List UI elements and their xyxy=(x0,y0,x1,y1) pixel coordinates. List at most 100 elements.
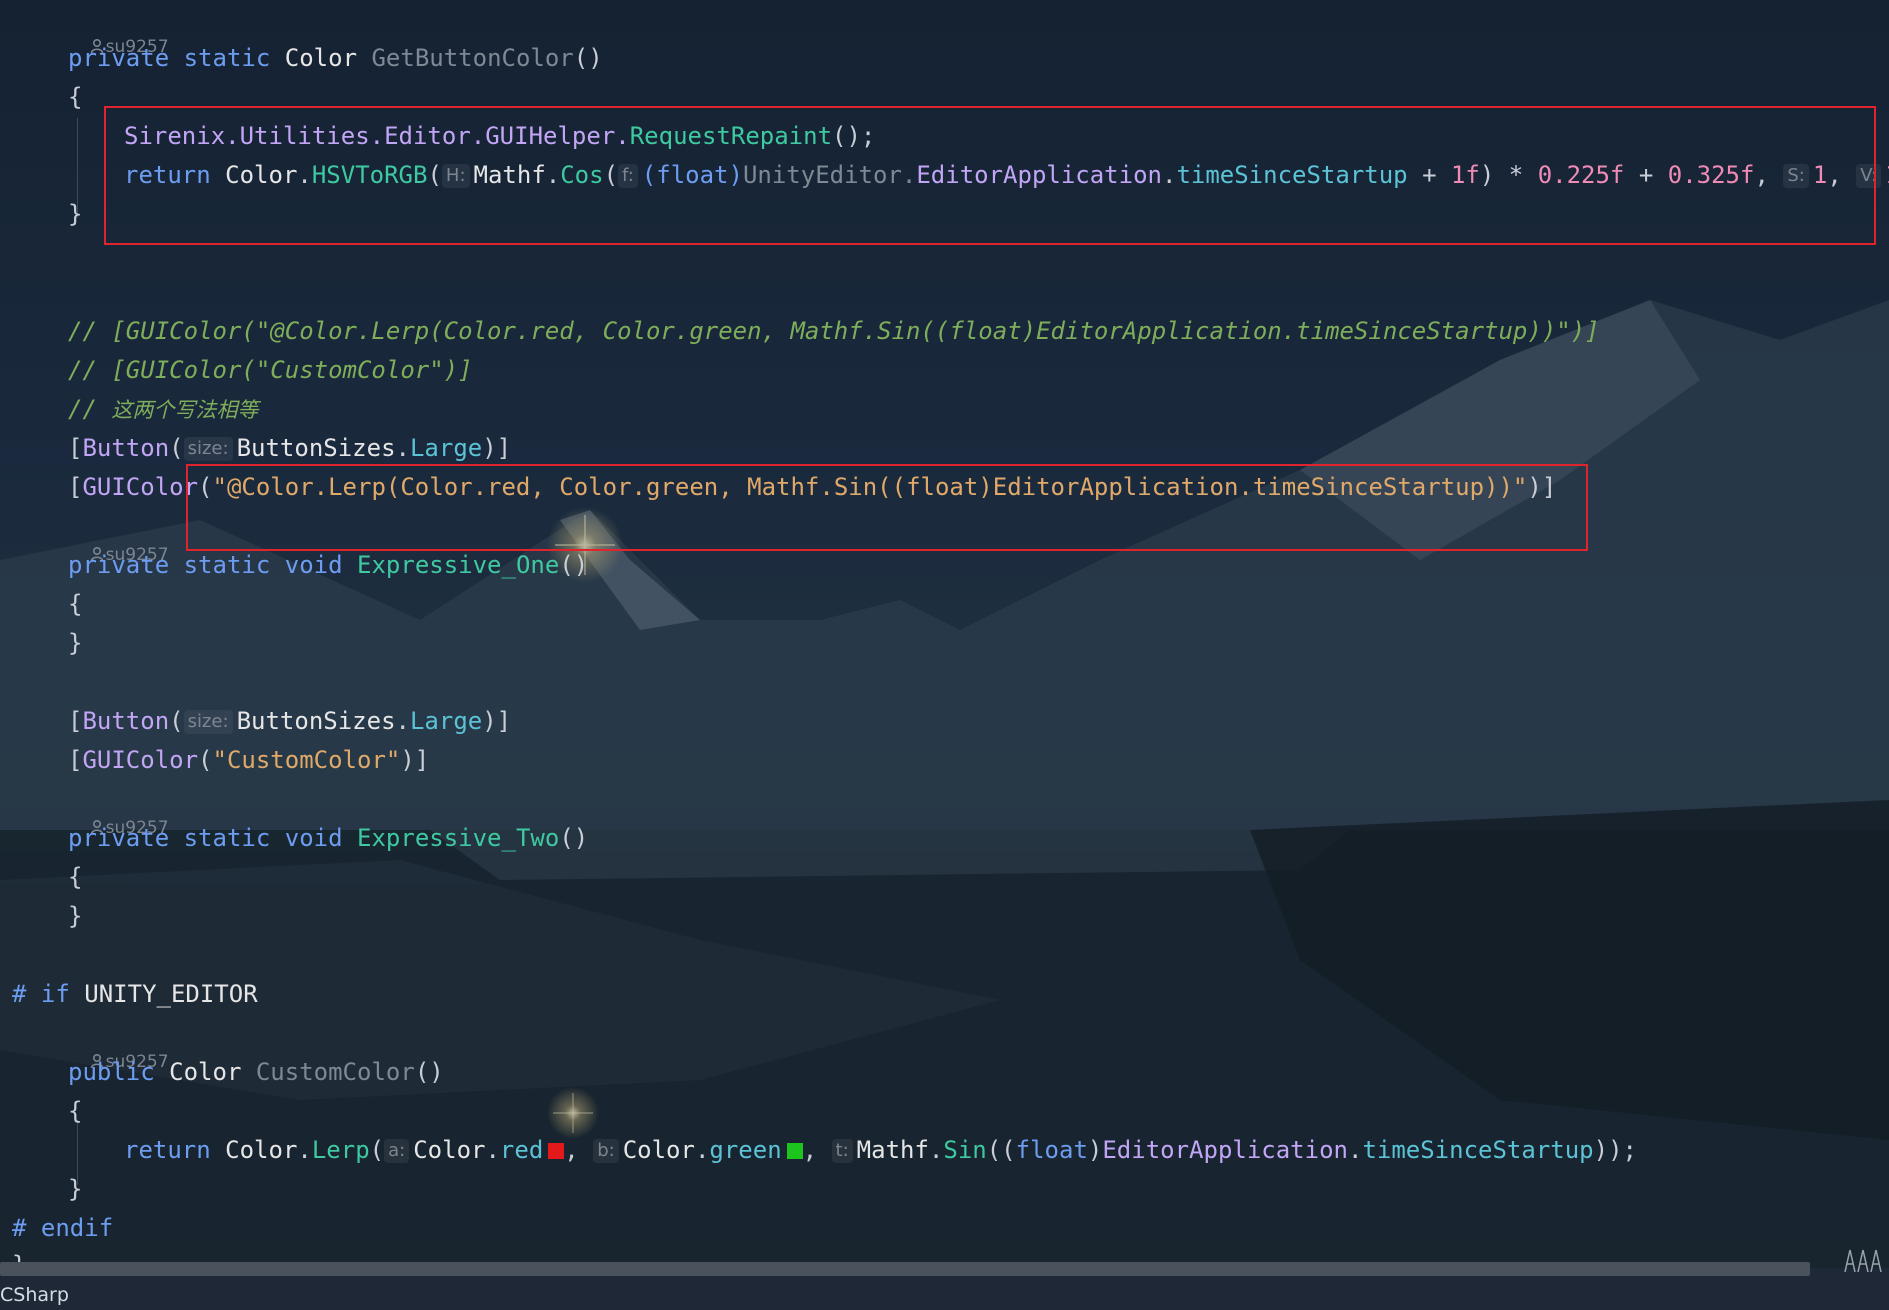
type-name: Color xyxy=(622,1136,695,1164)
punctuation: () xyxy=(573,44,603,72)
font-size-icon[interactable] xyxy=(1843,1244,1885,1274)
preprocessor: endif xyxy=(40,1214,114,1242)
keyword: return xyxy=(124,161,211,189)
code-line[interactable]: return Color.HSVToRGB(H: Mathf.Cos(f: (flo… xyxy=(124,156,1889,195)
codelens-author[interactable]: su9257 xyxy=(68,789,169,838)
brace: { xyxy=(68,863,83,891)
punctuation: ( xyxy=(603,161,619,189)
parameter-hint: t: xyxy=(831,1139,853,1163)
punctuation: , xyxy=(1754,161,1784,189)
comment: // [GUIColor("CustomColor")] xyxy=(68,356,473,384)
number-literal: 1 xyxy=(1812,161,1828,189)
comment: // xyxy=(68,395,97,423)
code-line[interactable]: { xyxy=(68,78,82,117)
brace: } xyxy=(68,1175,83,1203)
type-name: Color xyxy=(284,44,358,72)
code-editor[interactable]: su9257 private static Color GetButtonCol… xyxy=(0,0,1889,1279)
brace: } xyxy=(68,629,83,657)
parameter-hint: b: xyxy=(593,1139,619,1163)
type-name: EditorApplication xyxy=(916,161,1162,189)
brace: { xyxy=(68,1097,83,1125)
cast: (float) xyxy=(641,161,743,189)
code-line[interactable]: } xyxy=(68,897,82,936)
string-literal: "CustomColor" xyxy=(212,746,401,774)
code-line[interactable]: # endif xyxy=(12,1209,113,1248)
attribute-name: Button xyxy=(82,707,170,735)
code-line[interactable]: [Button(size: ButtonSizes.Large)] xyxy=(68,429,511,468)
parameter-hint: V: xyxy=(1856,164,1882,188)
type-name: EditorApplication xyxy=(1102,1136,1348,1164)
code-line[interactable]: return Color.Lerp(a: Color.red, b: Color.g… xyxy=(124,1131,1637,1170)
codelens-author[interactable]: su9257 xyxy=(68,8,169,57)
code-line[interactable]: # if UNITY_EDITOR xyxy=(12,975,258,1014)
method-call: HSVToRGB xyxy=(311,161,428,189)
preprocessor-symbol: UNITY_EDITOR xyxy=(84,980,258,1008)
code-line[interactable]: { xyxy=(68,1092,82,1131)
namespace: UnityEditor. xyxy=(742,161,917,189)
language-indicator[interactable]: CSharp xyxy=(0,1284,69,1306)
code-line[interactable]: { xyxy=(68,585,82,624)
type-name: Mathf xyxy=(473,161,546,189)
preprocessor: # xyxy=(12,1214,27,1242)
preprocessor: if xyxy=(40,980,70,1008)
number-literal: 0.325f xyxy=(1667,161,1755,189)
method-name: CustomColor xyxy=(255,1058,415,1086)
brace: } xyxy=(68,902,83,930)
method-call: RequestRepaint xyxy=(629,122,833,150)
code-line[interactable]: } xyxy=(68,624,82,663)
property: timeSinceStartup xyxy=(1176,161,1408,189)
operator: + xyxy=(1624,161,1668,189)
attribute-name: GUIColor xyxy=(82,473,199,501)
property: red xyxy=(499,1136,544,1164)
keyword: return xyxy=(124,1136,211,1164)
property: green xyxy=(709,1136,782,1164)
code-line[interactable]: [GUIColor("CustomColor")] xyxy=(68,741,429,780)
keyword: float xyxy=(1015,1136,1088,1164)
namespace: Sirenix.Utilities.Editor.GUIHelper. xyxy=(124,122,630,150)
code-line[interactable]: // [GUIColor("CustomColor")] xyxy=(68,351,473,390)
code-line[interactable]: Sirenix.Utilities.Editor.GUIHelper.Reque… xyxy=(124,117,875,156)
number-literal: 1f xyxy=(1450,161,1480,189)
punctuation: (); xyxy=(832,122,876,150)
punctuation: ( xyxy=(427,161,442,189)
attribute-name: Button xyxy=(82,434,170,462)
code-line[interactable]: { xyxy=(68,858,82,897)
parameter-hint: a: xyxy=(384,1139,410,1163)
method-name: GetButtonColor xyxy=(371,44,574,72)
code-line[interactable]: [GUIColor("@Color.Lerp(Color.red, Color.… xyxy=(68,468,1556,507)
code-line[interactable]: // [GUIColor("@Color.Lerp(Color.red, Col… xyxy=(68,312,1600,351)
brace: } xyxy=(68,200,83,228)
method-call: Sin xyxy=(943,1136,987,1164)
operator: ) * xyxy=(1479,161,1538,189)
horizontal-scrollbar[interactable] xyxy=(0,1262,1810,1276)
method-name: Expressive_Two xyxy=(357,824,560,852)
type-name: Color xyxy=(169,1058,242,1086)
method-call: Lerp xyxy=(311,1136,370,1164)
attribute-name: GUIColor xyxy=(82,746,199,774)
code-line[interactable]: } xyxy=(68,195,82,234)
keyword: private xyxy=(68,551,170,579)
code-line[interactable]: private static void Expressive_One() xyxy=(68,546,588,585)
codelens-author[interactable]: su9257 xyxy=(68,516,169,565)
number-literal: 0.225f xyxy=(1537,161,1625,189)
keyword: static xyxy=(183,551,271,579)
enum-member: Large xyxy=(409,707,483,735)
parameter-hint: size: xyxy=(183,710,233,734)
code-line[interactable]: // 这两个写法相等 xyxy=(68,390,258,429)
keyword: void xyxy=(284,824,343,852)
code-line[interactable]: public Color CustomColor() xyxy=(68,1053,444,1092)
color-swatch-red[interactable] xyxy=(548,1143,565,1159)
color-swatch-green[interactable] xyxy=(786,1143,803,1159)
comment-text: 这两个写法相等 xyxy=(111,398,259,422)
comment: // [GUIColor("@Color.Lerp(Color.red, Col… xyxy=(68,317,1600,345)
code-line[interactable]: [Button(size: ButtonSizes.Large)] xyxy=(68,702,511,741)
code-line[interactable]: private static Color GetButtonColor() xyxy=(68,39,603,78)
parameter-hint: size: xyxy=(183,437,233,461)
operator: + xyxy=(1407,161,1451,189)
keyword: private xyxy=(68,44,170,72)
code-line[interactable]: } xyxy=(68,1170,82,1209)
type-name: Color xyxy=(225,1136,298,1164)
code-line[interactable]: private static void Expressive_Two() xyxy=(68,819,588,858)
parameter-hint: S: xyxy=(1783,164,1809,188)
codelens-author[interactable]: su9257 xyxy=(68,1023,169,1072)
